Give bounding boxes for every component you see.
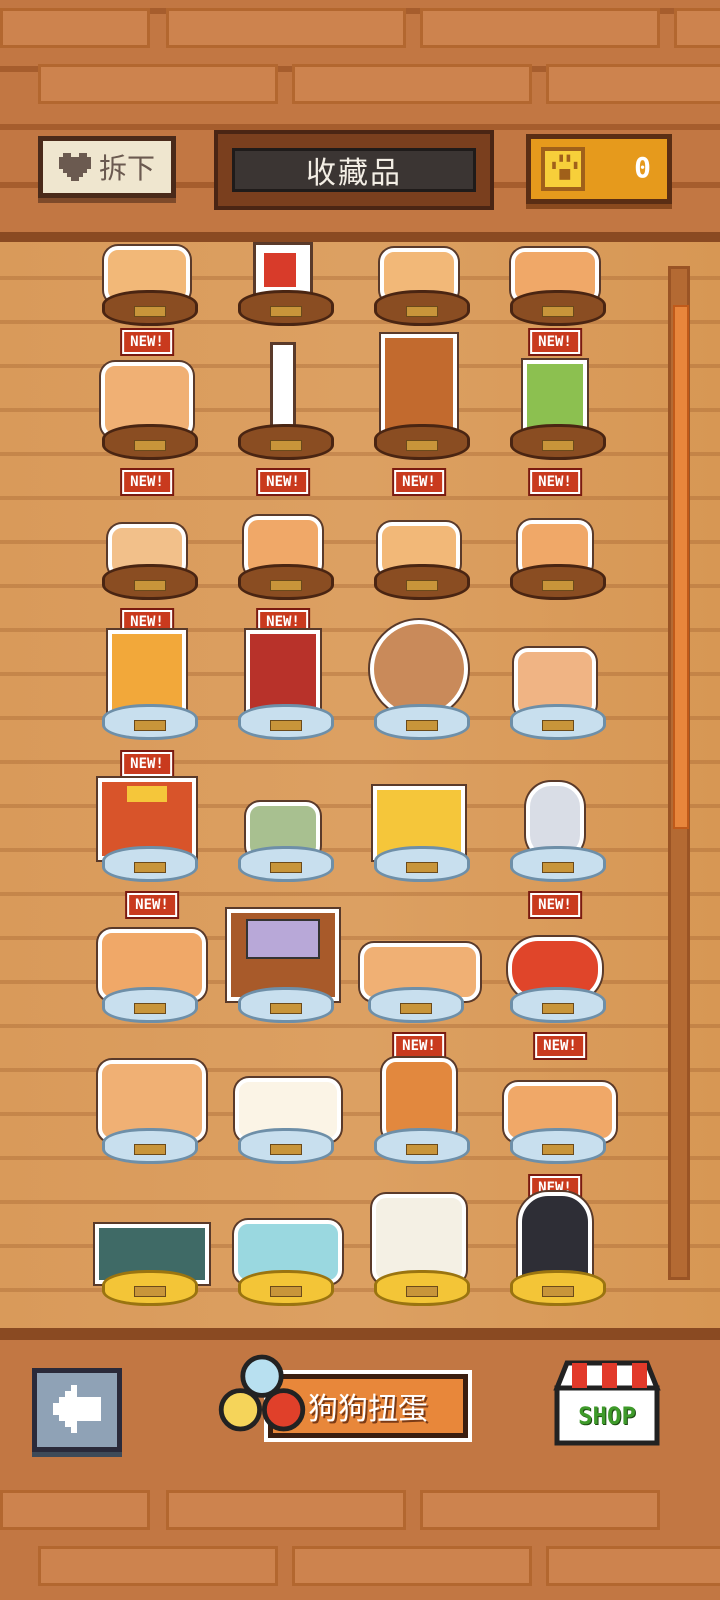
collectible-item-new[interactable]: NEW! (364, 1034, 474, 1164)
shop-label: SHOP (578, 1402, 636, 1430)
new-badge: NEW! (530, 893, 580, 917)
new-badge: NEW! (122, 330, 172, 354)
new-badge: NEW! (127, 893, 177, 917)
shop-button[interactable]: SHOP (552, 1358, 662, 1448)
scrollbar-thumb[interactable] (673, 305, 689, 829)
capsule-icon (218, 1354, 306, 1432)
back-arrow-icon (53, 1385, 101, 1433)
collectible-item-new[interactable]: NEW! (92, 610, 202, 740)
collectible-item[interactable] (92, 196, 202, 326)
coin-amount: 0 (634, 151, 651, 184)
heart-icon (58, 153, 91, 181)
collectible-item-new[interactable]: NEW! (228, 610, 338, 740)
collectible-item[interactable] (228, 196, 338, 326)
collectible-item-new[interactable]: NEW! (92, 752, 202, 882)
new-badge: NEW! (122, 470, 172, 494)
collectible-item[interactable] (92, 1176, 212, 1306)
collectible-item-new[interactable]: NEW! (500, 330, 610, 460)
collectible-item[interactable] (228, 1176, 348, 1306)
collectible-item-new[interactable]: NEW! (92, 893, 212, 1023)
collectible-item-new[interactable]: NEW! (500, 1034, 620, 1164)
collectible-item[interactable] (500, 196, 610, 326)
new-badge: NEW! (258, 470, 308, 494)
collectible-item-new[interactable]: NEW! (364, 470, 474, 600)
dog-gacha-label: 狗狗扭蛋 (308, 1392, 428, 1427)
page-title: 收藏品 (306, 156, 402, 191)
collectible-item[interactable] (364, 196, 474, 326)
collectible-item-new[interactable]: NEW! (500, 1176, 610, 1306)
remove-button-label: 拆下 (98, 152, 155, 185)
coin-paw-icon (541, 147, 585, 191)
collectible-item[interactable] (228, 752, 338, 882)
collectible-item[interactable] (358, 893, 482, 1023)
new-badge: NEW! (122, 752, 172, 776)
collectible-item[interactable] (364, 1176, 474, 1306)
collectible-item[interactable] (364, 330, 474, 460)
collectible-item[interactable] (228, 330, 338, 460)
scrollbar[interactable] (668, 266, 690, 1280)
collectible-item-new[interactable]: NEW! (500, 893, 610, 1023)
new-badge: NEW! (530, 330, 580, 354)
shelf-bottom-edge (0, 1328, 720, 1340)
collectible-item[interactable] (227, 893, 339, 1023)
collectible-item[interactable] (500, 752, 610, 882)
collectible-item[interactable] (364, 752, 474, 882)
new-badge: NEW! (535, 1034, 585, 1058)
collectible-item[interactable] (364, 610, 474, 740)
new-badge: NEW! (394, 1034, 444, 1058)
dog-gacha-button[interactable]: 狗狗扭蛋 (208, 1352, 472, 1446)
collectible-item[interactable] (228, 1034, 348, 1164)
collectible-item-new[interactable]: NEW! (228, 470, 338, 600)
collectible-item-new[interactable]: NEW! (500, 470, 610, 600)
remove-button[interactable]: 拆下 (38, 136, 176, 198)
collectible-item[interactable] (92, 1034, 212, 1164)
collectible-item[interactable] (500, 610, 610, 740)
coin-counter: 0 (526, 134, 672, 204)
collectible-item-new[interactable]: NEW! (92, 330, 202, 460)
back-button[interactable] (32, 1368, 122, 1452)
new-badge: NEW! (394, 470, 444, 494)
new-badge: NEW! (530, 470, 580, 494)
collectible-item-new[interactable]: NEW! (92, 470, 202, 600)
